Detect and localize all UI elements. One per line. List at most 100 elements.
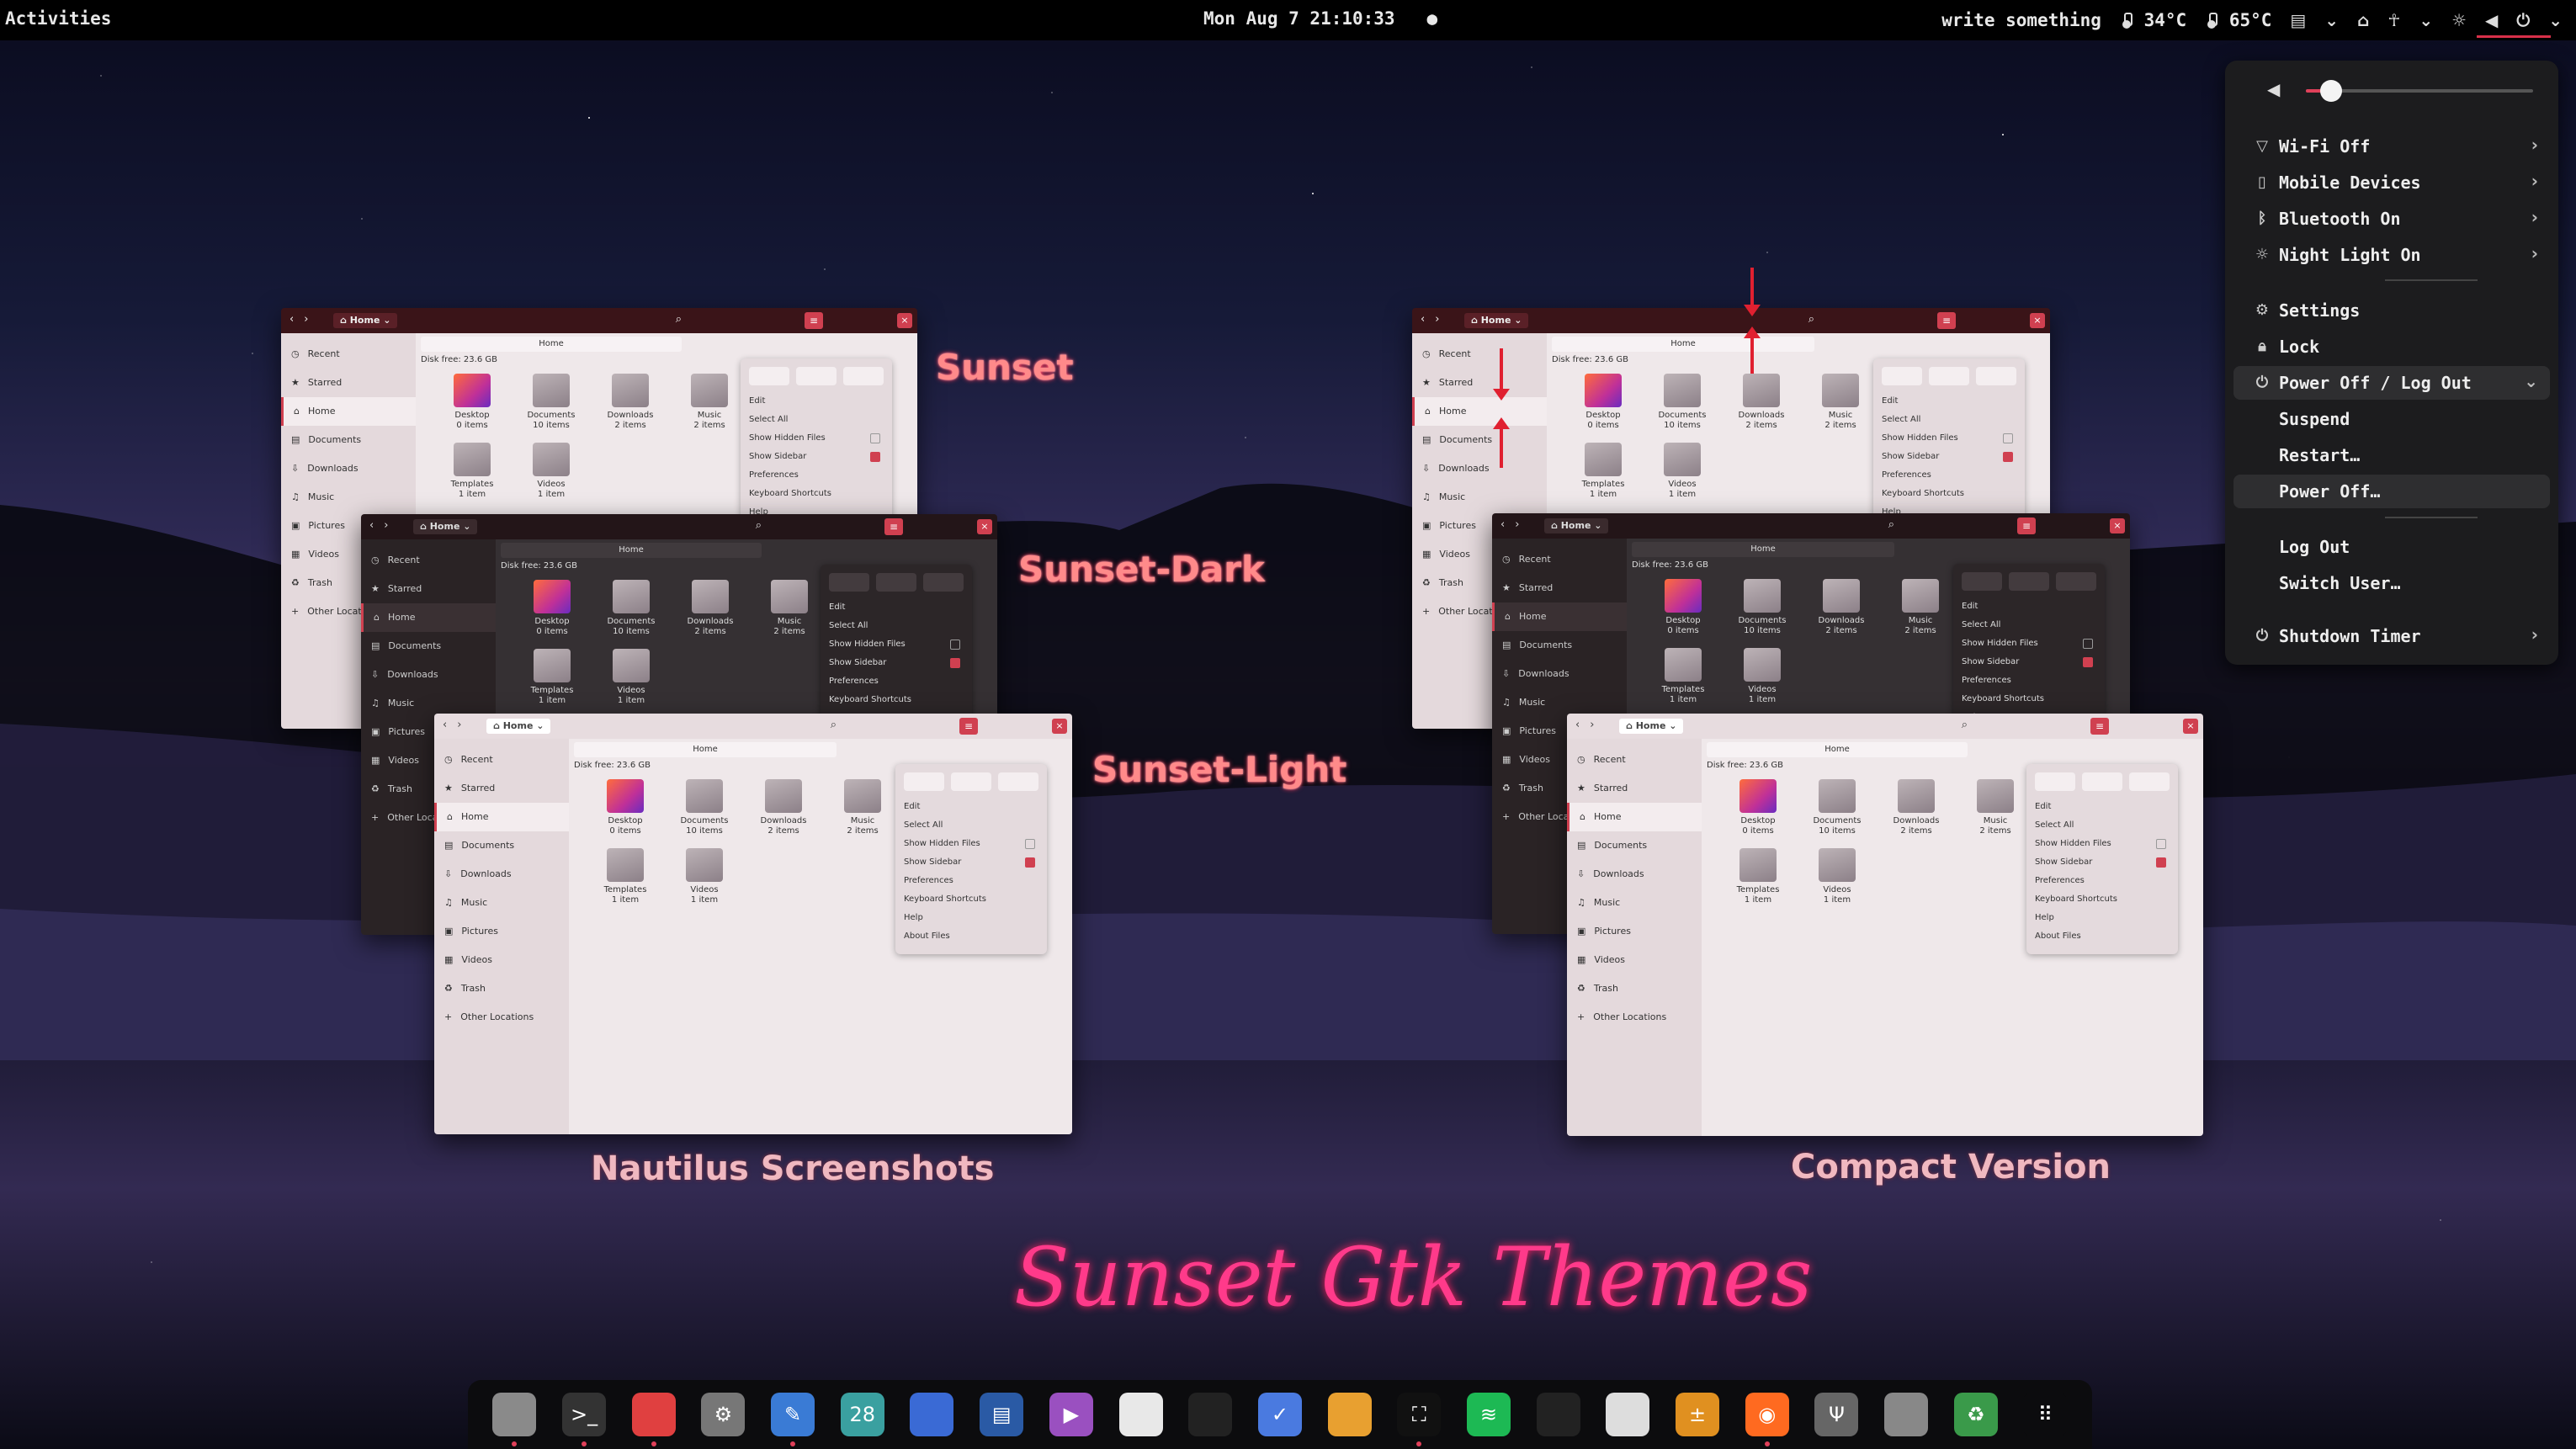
sidebar-item-home[interactable]: ⌂ Home	[1567, 803, 1702, 831]
volume-slider[interactable]	[2306, 80, 2533, 102]
file-item[interactable]: Documents 10 items	[1643, 374, 1722, 431]
checkbox[interactable]	[950, 640, 960, 650]
software-icon[interactable]	[631, 1393, 676, 1446]
show-sidebar-item[interactable]: Show Sidebar	[829, 654, 964, 672]
file-item[interactable]: Desktop 0 items	[1564, 374, 1643, 431]
switch-user-item[interactable]: Switch User…	[2233, 566, 2550, 600]
sidebar-item-home[interactable]: ⌂ Home	[1412, 397, 1547, 426]
search-icon[interactable]: ⌕	[1962, 719, 1968, 731]
new-window-icon[interactable]	[2035, 772, 2075, 791]
file-item[interactable]: Desktop 0 items	[433, 374, 512, 431]
show-sidebar-item[interactable]: Show Sidebar	[1882, 448, 2016, 466]
clock[interactable]: Mon Aug 7 21:10:33 ●	[1203, 8, 1437, 29]
new-folder-icon[interactable]	[1976, 367, 2016, 385]
sidebar-item-videos[interactable]: ▦ Videos	[1567, 946, 1702, 974]
volume-knob[interactable]	[2319, 80, 2342, 102]
sidebar-item-downloads[interactable]: ⇩ Downloads	[434, 860, 569, 889]
preferences-item[interactable]: Preferences	[2035, 872, 2170, 890]
file-item[interactable]: Videos 1 item	[1643, 443, 1722, 500]
hamburger-menu-button[interactable]: ≡	[2090, 718, 2109, 735]
checkbox[interactable]	[2083, 657, 2093, 667]
sidebar-item-starred[interactable]: ★ Starred	[1567, 774, 1702, 803]
preferences-item[interactable]: Preferences	[749, 466, 884, 485]
usb-icon[interactable]: Ψ	[1814, 1393, 1859, 1436]
sidebar-item-music[interactable]: ♫ Music	[1492, 688, 1627, 717]
show-sidebar-item[interactable]: Show Sidebar	[2035, 853, 2170, 872]
file-item[interactable]: Videos 1 item	[1723, 648, 1802, 705]
sidebar-item-home[interactable]: ⌂ Home	[1492, 602, 1627, 631]
shortcuts-item[interactable]: Keyboard Shortcuts	[2035, 890, 2170, 909]
tab-home[interactable]: Home	[501, 543, 762, 558]
file-item[interactable]: Videos 1 item	[512, 443, 591, 500]
path-bar[interactable]: ⌂ Home ⌄	[1464, 313, 1529, 328]
file-item[interactable]: Documents 10 items	[665, 779, 744, 836]
sidebar-item-music[interactable]: ♫ Music	[281, 483, 416, 512]
select-all-item[interactable]: Select All	[749, 411, 884, 429]
file-item[interactable]: Documents 10 items	[1723, 579, 1802, 636]
trash-icon[interactable]: ♻	[1953, 1393, 1998, 1436]
new-tab-icon[interactable]	[2009, 572, 2049, 591]
sidebar-item-documents[interactable]: ▤ Documents	[1412, 426, 1547, 454]
show-hidden-item[interactable]: Show Hidden Files	[749, 429, 884, 448]
new-window-icon[interactable]	[829, 573, 869, 592]
shortcuts-item[interactable]: Keyboard Shortcuts	[1882, 485, 2016, 503]
hamburger-menu-button[interactable]: ≡	[884, 518, 903, 535]
file-item[interactable]: Music 2 items	[1956, 779, 2035, 836]
sidebar-item-recent[interactable]: ◷ Recent	[1492, 545, 1627, 574]
image-viewer-icon[interactable]	[1606, 1393, 1650, 1436]
checkbox[interactable]	[2003, 452, 2013, 462]
chrome-icon[interactable]	[1327, 1393, 1372, 1436]
show-hidden-item[interactable]: Show Hidden Files	[1882, 429, 2016, 448]
hamburger-menu-button[interactable]: ≡	[2017, 518, 2036, 534]
file-item[interactable]: Desktop 0 items	[1644, 579, 1723, 636]
about-item[interactable]: About Files	[904, 927, 1038, 946]
logout-item[interactable]: Log Out	[2233, 530, 2550, 564]
calendar-icon[interactable]: 28	[840, 1393, 884, 1436]
tasks-icon[interactable]: ✓	[1257, 1393, 1302, 1436]
sidebar-item-pictures[interactable]: ▣ Pictures	[434, 917, 569, 946]
file-item[interactable]: Templates 1 item	[1718, 848, 1798, 905]
suspend-item[interactable]: Suspend	[2233, 402, 2550, 436]
sidebar-item-starred[interactable]: ★ Starred	[1412, 369, 1547, 397]
help-item[interactable]: Help	[2035, 909, 2170, 927]
select-all-item[interactable]: Select All	[2035, 816, 2170, 835]
sidebar-item-documents[interactable]: ▤ Documents	[1492, 631, 1627, 660]
new-window-icon[interactable]	[1962, 572, 2002, 591]
home-icon[interactable]: ⌂	[2357, 10, 2369, 30]
compact-window-sunset-light[interactable]: ‹› ⌂ Home ⌄ ⌕ ≡ × ◷ Recent ★ Starred ⌂ Home ▤ Docume…	[1567, 714, 2203, 1136]
search-icon[interactable]: ⌕	[1809, 313, 1814, 326]
volume-icon[interactable]: ◀	[2485, 10, 2498, 30]
sidebar-item-trash[interactable]: ♻ Trash	[434, 974, 569, 1003]
preferences-item[interactable]: Preferences	[1962, 671, 2096, 690]
close-button[interactable]: ×	[2183, 719, 2198, 734]
lock-item[interactable]: 🔒︎ Lock	[2233, 330, 2550, 364]
new-window-icon[interactable]	[1882, 367, 1922, 385]
text-editor-icon[interactable]: ✎	[771, 1393, 815, 1446]
checkbox[interactable]	[2003, 433, 2013, 443]
sidebar-item-recent[interactable]: ◷ Recent	[281, 340, 416, 369]
path-bar[interactable]: ⌂ Home ⌄	[413, 519, 478, 534]
show-hidden-item[interactable]: Show Hidden Files	[904, 835, 1038, 853]
sidebar-item-downloads[interactable]: ⇩ Downloads	[1492, 660, 1627, 688]
nautilus-window-sunset-light[interactable]: ‹› ⌂ Home ⌄ ⌕ ≡ × ◷ Recent ★ Starred ⌂ Home ▤ Docume…	[434, 714, 1072, 1134]
sidebar-item-videos[interactable]: ▦ Videos	[434, 946, 569, 974]
sidebar-item-documents[interactable]: ▤ Documents	[361, 632, 496, 661]
inkscape-icon[interactable]	[1536, 1393, 1580, 1436]
settings-icon[interactable]: ⚙	[701, 1393, 746, 1436]
file-item[interactable]: Documents 10 items	[512, 374, 591, 431]
new-tab-icon[interactable]	[876, 573, 916, 592]
power-off-item[interactable]: Power Off…	[2233, 475, 2550, 508]
show-sidebar-item[interactable]: Show Sidebar	[904, 853, 1038, 872]
file-item[interactable]: Music 2 items	[750, 580, 829, 637]
new-folder-icon[interactable]	[2129, 772, 2170, 791]
path-bar[interactable]: ⌂ Home ⌄	[1619, 719, 1684, 734]
screenshot-icon[interactable]	[910, 1393, 954, 1436]
search-icon[interactable]: ⌕	[831, 719, 837, 731]
file-item[interactable]: Desktop 0 items	[513, 580, 592, 637]
new-folder-icon[interactable]	[843, 367, 884, 385]
chevron-down-icon[interactable]: ⌄	[2419, 10, 2433, 30]
file-item[interactable]: Documents 10 items	[1798, 779, 1877, 836]
close-button[interactable]: ×	[1052, 719, 1067, 734]
checkbox[interactable]	[2156, 839, 2166, 849]
sidebar-item-downloads[interactable]: ⇩ Downloads	[1567, 860, 1702, 889]
